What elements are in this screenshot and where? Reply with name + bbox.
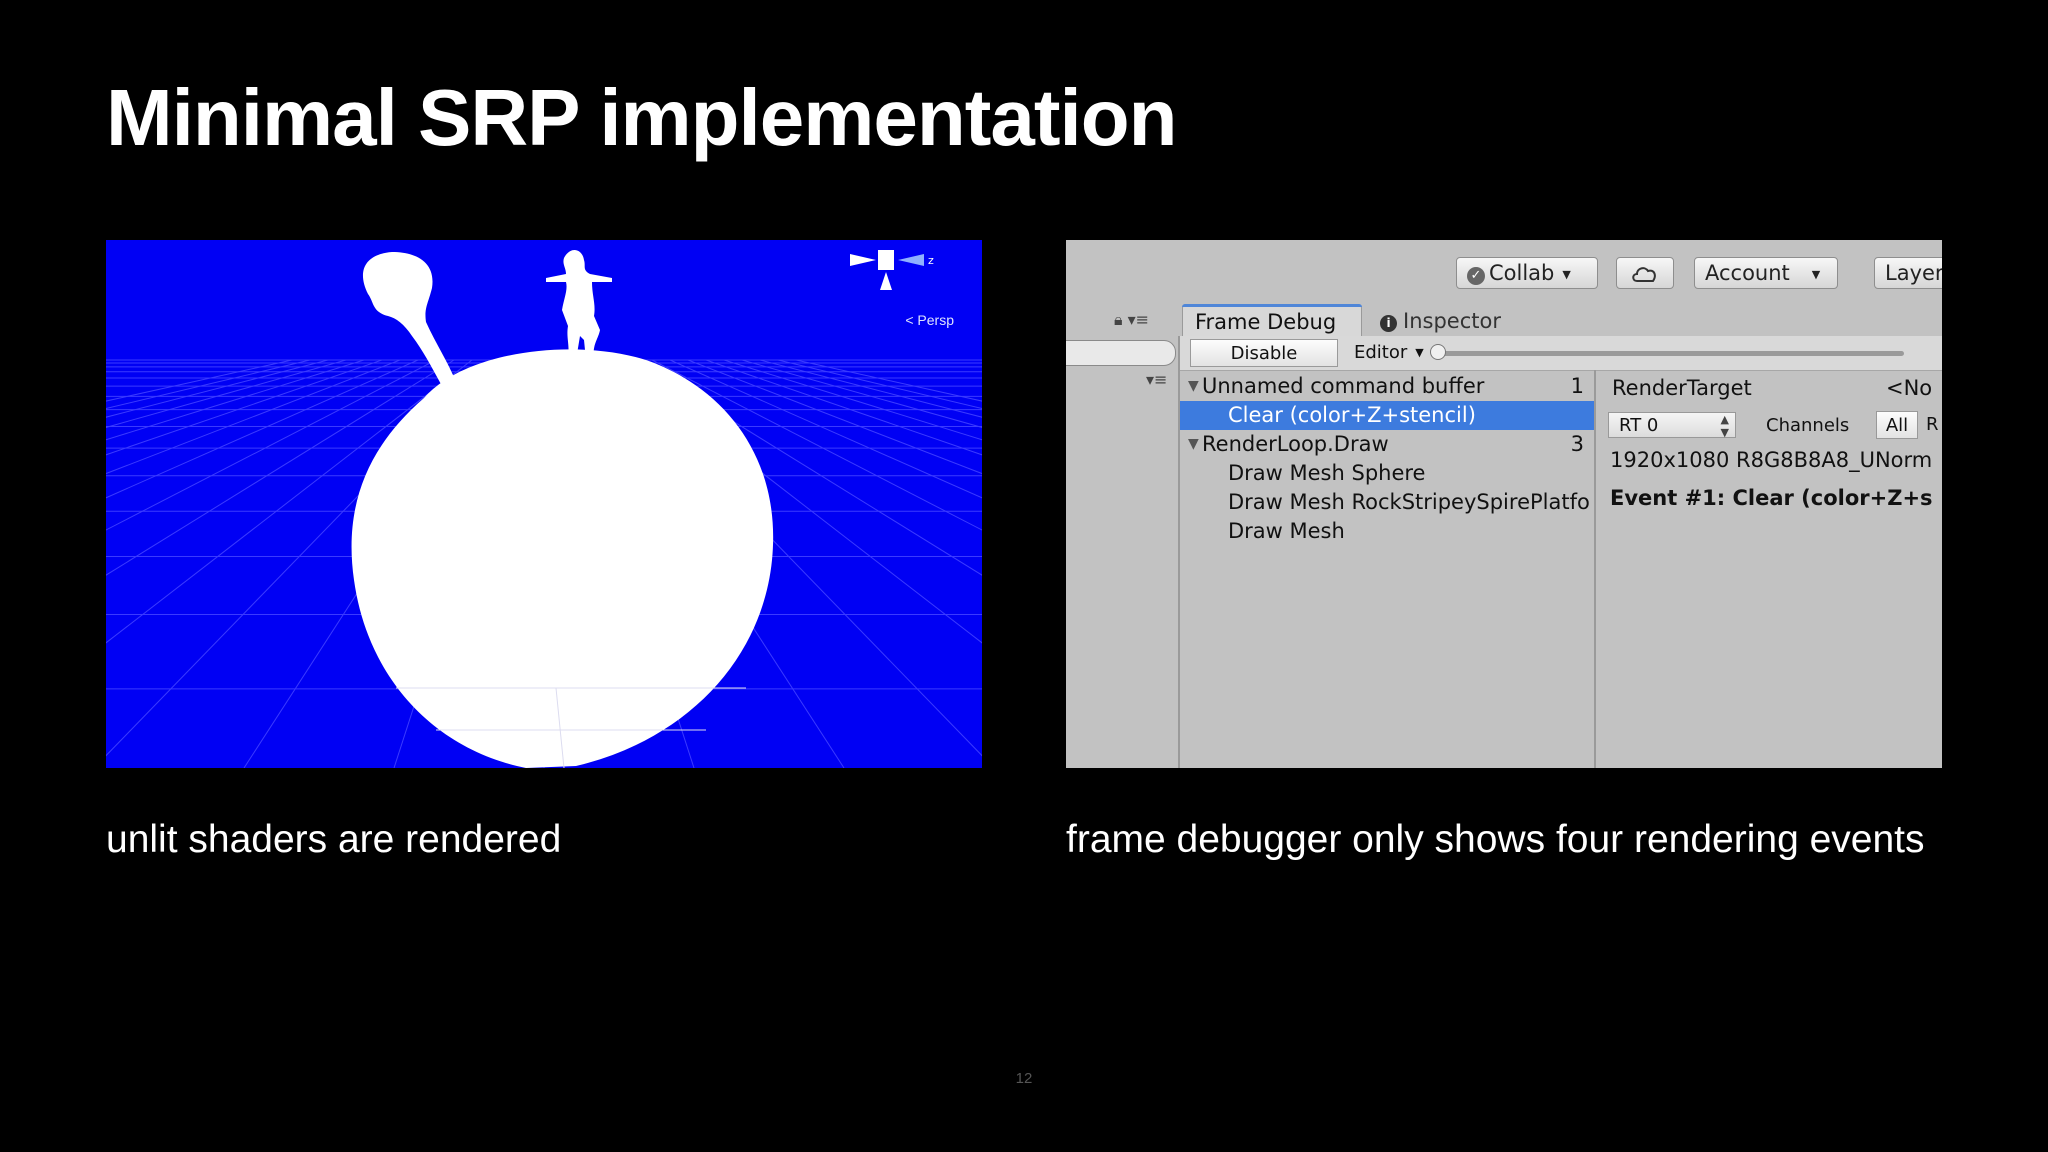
grid-line [106,359,383,456]
event-label: Draw Mesh Sphere [1228,461,1426,485]
character-silhouette [546,249,612,360]
tab-inspector[interactable]: i Inspector [1380,304,1501,338]
event-row[interactable]: ▼ Unnamed command buffer 1 [1180,372,1594,401]
event-label: Unnamed command buffer [1202,374,1485,398]
grid-line [795,359,982,402]
persp-label: Persp [917,312,954,328]
channel-all-button[interactable]: All [1876,411,1918,439]
event-slider-thumb[interactable] [1430,344,1446,360]
editor-dropdown[interactable]: Editor ▼ [1342,339,1424,367]
gizmo-cube [878,250,894,270]
stepper-arrows-icon: ▲ ▼ [1720,413,1729,439]
left-caption: unlit shaders are rendered [106,818,562,861]
unity-editor-window: ✓ Collab ▼ Account ▼ Layer 🔒︎ ▾≡ Frame Debu… [1066,240,1942,768]
editor-label: Editor [1354,342,1408,363]
sphere-silhouette [351,349,774,768]
event-row[interactable]: Draw Mesh RockStripeySpirePlatfo [1180,488,1594,517]
event-count: 1 [1570,374,1584,398]
rt-select[interactable]: RT 0 ▲ ▼ [1608,412,1736,439]
collab-button[interactable]: ✓ Collab ▼ [1456,257,1598,289]
persp-toggle[interactable]: < Persp [905,312,954,328]
tab-frame-debug[interactable]: Frame Debug [1182,304,1362,338]
event-row[interactable]: Clear (color+Z+stencil) [1180,401,1594,430]
layers-dropdown[interactable]: Layer [1874,257,1942,289]
dropdown-caret-icon: ▼ [1811,267,1821,281]
event-slider-track[interactable] [1438,351,1904,356]
rt-select-label: RT 0 [1619,415,1659,436]
event-count: 3 [1570,432,1584,456]
gizmo-x-arrow [850,254,876,266]
info-icon: i [1380,315,1397,332]
account-label: Account [1705,261,1790,285]
grid-line [106,359,293,402]
collab-label: Collab [1489,261,1555,285]
disable-button[interactable]: Disable [1190,339,1338,367]
layers-label: Layer [1885,261,1942,285]
cloud-icon [1632,267,1656,282]
hierarchy-search-input[interactable] [1066,340,1176,366]
expand-triangle-icon[interactable]: ▼ [1188,430,1199,459]
panel-menu-icon[interactable]: ▾≡ [1146,370,1167,389]
cloud-button[interactable] [1616,257,1674,289]
tab-inspector-label: Inspector [1403,309,1501,333]
gizmo-z-label: z [928,254,934,267]
event-title: Event #1: Clear (color+Z+s [1610,486,1933,510]
scene-render: z [106,249,982,768]
event-row[interactable]: ▼ RenderLoop.Draw 3 [1180,430,1594,459]
rock-spire-silhouette [362,252,456,386]
expand-triangle-icon[interactable]: ▼ [1188,372,1199,401]
grid-line [106,359,329,418]
right-caption: frame debugger only shows four rendering… [1066,818,1925,861]
dropdown-caret-icon: ▼ [1562,267,1571,281]
account-dropdown[interactable]: Account ▼ [1694,257,1838,289]
scene-view[interactable]: z < Persp [106,240,982,768]
grid-line [106,359,365,441]
channel-r-button[interactable]: R [1920,411,1942,439]
check-circle-icon: ✓ [1467,267,1485,285]
scene-gizmo[interactable]: z [850,250,934,290]
event-label: Draw Mesh RockStripeySpirePlatfo [1228,490,1590,514]
grid-line [759,359,982,418]
channels-label: Channels [1766,415,1850,436]
event-row[interactable]: Draw Mesh [1180,517,1594,546]
render-target-label: RenderTarget [1612,376,1752,400]
grid-line [106,359,347,428]
page-number: 12 [1015,1070,1033,1087]
event-row[interactable]: Draw Mesh Sphere [1180,459,1594,488]
render-target-value[interactable]: <No [1886,374,1932,402]
gizmo-y-arrow [880,272,892,290]
gizmo-z-arrow [898,254,924,266]
event-details-panel: RenderTarget <No RT 0 ▲ ▼ Channels All R 1… [1596,370,1942,768]
event-label: Draw Mesh [1228,519,1345,543]
event-label: RenderLoop.Draw [1202,432,1389,456]
grid-line [741,359,982,428]
frame-debug-toolbar: Disable Editor▼ 1 [1180,336,1942,371]
tab-frame-debug-label: Frame Debug [1195,310,1337,334]
slide-title: Minimal SRP implementation [106,73,1177,162]
event-tree: ▼ Unnamed command buffer 1 Clear (color+Z+s… [1180,370,1596,768]
render-target-format: 1920x1080 R8G8B8A8_UNorm [1610,448,1933,472]
hierarchy-panel [1066,336,1180,768]
dropdown-caret-icon: ▼ [1415,346,1424,359]
lock-icon[interactable]: 🔒︎ ▾≡ [1114,310,1149,330]
event-label: Clear (color+Z+stencil) [1228,403,1476,427]
